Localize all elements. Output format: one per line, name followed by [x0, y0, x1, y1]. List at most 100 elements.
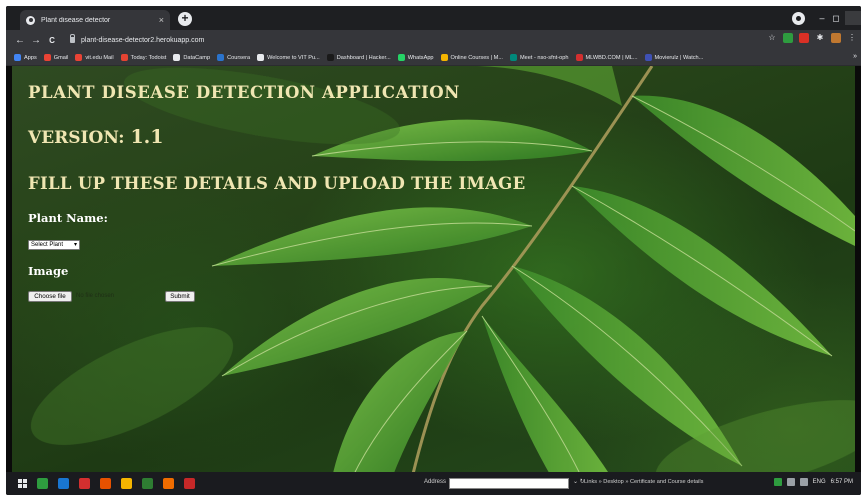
profile-icon[interactable]	[792, 11, 805, 25]
taskbar-address-go-icon[interactable]: ⌄ ↻	[573, 478, 585, 485]
maximize-button[interactable]: ◻	[829, 13, 843, 24]
bookmark-item[interactable]: Online Courses | M...	[440, 54, 503, 61]
app-orange-icon[interactable]	[100, 478, 111, 489]
chrome-icon[interactable]	[121, 478, 132, 489]
outlook-icon[interactable]	[58, 478, 69, 489]
bookmark-favicon-icon	[326, 54, 334, 61]
plant-name-label: Plant Name:	[28, 211, 108, 225]
plant-select[interactable]: Select Plant ▾	[28, 240, 80, 250]
bookmark-favicon-icon	[644, 54, 652, 61]
plant-select-value: Select Plant	[31, 242, 64, 248]
bookmark-item[interactable]: Gmail	[43, 54, 68, 61]
page-title: PLANT DISEASE DETECTION APPLICATION	[28, 83, 460, 102]
bookmark-item[interactable]: Coursera	[217, 54, 250, 61]
bookmark-item[interactable]: MLWBD.COM | ML...	[575, 54, 638, 61]
address-bar[interactable]: plant-disease-detector2.herokuapp.com	[70, 33, 204, 47]
window-controls: – ◻	[792, 6, 861, 30]
bookmark-label: MLWBD.COM | ML...	[585, 54, 638, 61]
clock[interactable]: 6:57 PM	[831, 479, 853, 485]
taskbar-apps	[27, 478, 195, 489]
version-heading: VERSION: 1.1	[28, 126, 164, 148]
system-tray: ENG 6:57 PM	[773, 478, 853, 486]
network-icon[interactable]	[786, 478, 795, 486]
photos-icon[interactable]	[142, 478, 153, 489]
chevron-down-icon: ▾	[73, 242, 77, 248]
star-icon[interactable]: ☆	[767, 33, 777, 43]
bookmark-label: WhatsApp	[407, 54, 434, 61]
taskbar-links-toolbar[interactable]: Links » Desktop » Certificate and Course…	[584, 479, 703, 485]
bookmark-item[interactable]: WhatsApp	[397, 54, 434, 61]
close-tab-icon[interactable]: ×	[159, 15, 164, 25]
puzzle-icon[interactable]: ✱	[815, 33, 825, 43]
tab-strip: Plant disease detector × + – ◻	[6, 6, 861, 30]
bookmark-label: Today: Todoist	[130, 54, 167, 61]
bookmark-label: vit.edu Mail	[85, 54, 114, 61]
image-label: Image	[28, 264, 69, 278]
close-window-button[interactable]	[845, 11, 861, 25]
app-red-icon[interactable]	[79, 478, 90, 489]
browser-toolbar: ← → C plant-disease-detector2.herokuapp.…	[6, 30, 861, 50]
bookmark-label: Online Courses | M...	[450, 54, 503, 61]
bookmark-favicon-icon	[509, 54, 517, 61]
bookmark-item[interactable]: Welcome to VIT Pu...	[257, 54, 320, 61]
choose-file-button[interactable]: Choose file	[28, 291, 72, 302]
bookmark-label: Coursera	[227, 54, 251, 61]
volume-icon[interactable]	[799, 478, 808, 486]
tab-plant-disease-detector[interactable]: Plant disease detector ×	[20, 10, 170, 30]
bookmark-item[interactable]: DataCamp	[173, 54, 210, 61]
browser-window: Plant disease detector × + – ◻ ← → C pla…	[6, 6, 861, 495]
tab-title: Plant disease detector	[41, 16, 111, 24]
bookmark-item[interactable]: Apps	[14, 54, 37, 61]
bookmark-item[interactable]: Dashboard | Hacker...	[326, 54, 391, 61]
bookmark-item[interactable]: Meet - nso-sfnt-oph	[509, 54, 569, 61]
page-viewport: PLANT DISEASE DETECTION APPLICATION VERS…	[12, 66, 855, 478]
language-indicator[interactable]: ENG	[813, 479, 826, 485]
file-chosen-status: No file chosen	[76, 293, 115, 299]
bookmark-item[interactable]: Today: Todoist	[120, 54, 167, 61]
windows-start-icon[interactable]	[18, 479, 27, 488]
extension-green-icon[interactable]	[783, 33, 793, 43]
bookmark-label: Apps	[24, 54, 37, 61]
bookmarks-overflow-icon[interactable]: »	[853, 53, 857, 60]
file-explorer-icon[interactable]	[37, 478, 48, 489]
taskbar-address-label: Address	[424, 479, 447, 485]
taskbar-address-input[interactable]	[449, 478, 569, 489]
bookmark-label: DataCamp	[183, 54, 211, 61]
bookmark-favicon-icon	[257, 54, 265, 61]
instructions-heading: FILL UP THESE DETAILS AND UPLOAD THE IMA…	[28, 174, 526, 193]
extension-toolbar: ☆ ✱ ⋮	[767, 33, 857, 43]
submit-button[interactable]: Submit	[165, 291, 195, 302]
bookmark-label: Movierulz | Watch...	[654, 54, 704, 61]
minimize-button[interactable]: –	[815, 13, 829, 23]
forward-button[interactable]: →	[28, 35, 44, 46]
bookmark-favicon-icon	[14, 54, 21, 61]
version-number: 1.1	[130, 126, 164, 148]
reload-button[interactable]: C	[44, 36, 60, 45]
tray-app-icon[interactable]	[773, 478, 782, 486]
back-button[interactable]: ←	[12, 35, 28, 46]
bookmark-favicon-icon	[440, 54, 448, 61]
upload-form-area: PLANT DISEASE DETECTION APPLICATION VERS…	[12, 66, 855, 478]
bookmark-item[interactable]: vit.edu Mail	[75, 54, 114, 61]
profile-avatar-icon[interactable]	[831, 33, 841, 43]
bookmark-favicon-icon	[575, 54, 583, 61]
lock-icon	[70, 34, 75, 43]
bookmark-item[interactable]: Movierulz | Watch...	[644, 54, 704, 61]
new-tab-button[interactable]: +	[178, 12, 192, 26]
app-red2-icon[interactable]	[184, 478, 195, 489]
windows-taskbar: Address ⌄ ↻ Links » Desktop » Certificat…	[6, 472, 861, 495]
bookmark-favicon-icon	[173, 54, 181, 61]
globe-icon	[26, 15, 35, 25]
bookmark-label: Welcome to VIT Pu...	[267, 54, 320, 61]
bookmark-favicon-icon	[120, 54, 128, 61]
version-label: VERSION:	[28, 128, 131, 148]
extension-red-icon[interactable]	[799, 33, 809, 43]
bookmark-favicon-icon	[217, 54, 225, 61]
app-orange2-icon[interactable]	[163, 478, 174, 489]
bookmark-favicon-icon	[43, 54, 51, 61]
bookmark-favicon-icon	[397, 54, 405, 61]
url-text: plant-disease-detector2.herokuapp.com	[81, 36, 205, 44]
bookmark-favicon-icon	[75, 54, 83, 61]
bookmark-label: Meet - nso-sfnt-oph	[519, 54, 569, 61]
menu-icon[interactable]: ⋮	[847, 33, 857, 43]
